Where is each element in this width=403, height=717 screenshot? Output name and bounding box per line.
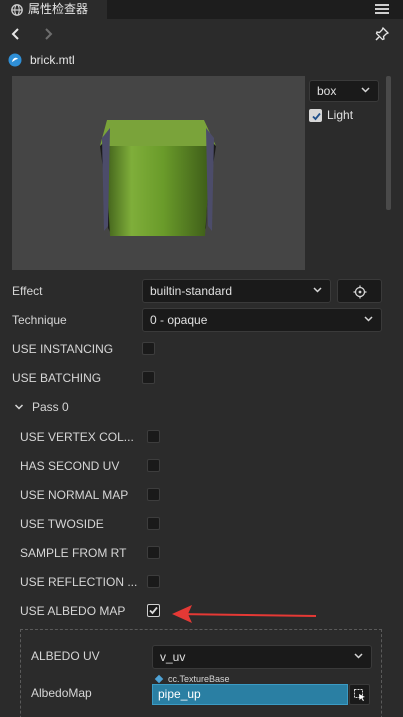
globe-icon — [11, 3, 23, 16]
chevron-down-icon — [354, 653, 363, 659]
preview-controls: box — [305, 76, 383, 270]
pass-section-header[interactable]: Pass 0 — [14, 400, 69, 414]
chevron-down-icon — [364, 316, 373, 322]
pass-option-label: USE NORMAL MAP — [20, 488, 129, 502]
technique-select[interactable]: 0 - opaque — [142, 308, 382, 332]
chevron-down-icon — [14, 404, 24, 410]
effect-label: Effect — [12, 284, 43, 298]
material-preview[interactable] — [12, 76, 305, 270]
use-albedo-map-checkbox[interactable] — [147, 604, 160, 617]
nav-toolbar — [0, 19, 403, 48]
checkmark-icon — [312, 112, 321, 120]
albedo-uv-select[interactable]: v_uv — [152, 645, 372, 669]
pass-option-label: SAMPLE FROM RT — [20, 546, 127, 560]
use-reflection-checkbox[interactable] — [147, 575, 160, 588]
asset-type-icon — [154, 674, 164, 684]
tab-title: 属性检查器 — [28, 2, 89, 16]
pass-option-label: USE REFLECTION ... — [20, 575, 138, 589]
scrollbar[interactable] — [386, 76, 391, 210]
asset-type-label: cc.TextureBase — [168, 674, 230, 684]
pass-option-label: USE TWOSIDE — [20, 517, 104, 531]
albedo-uv-value: v_uv — [160, 650, 186, 664]
technique-label: Technique — [12, 313, 67, 327]
checkmark-icon — [149, 606, 158, 615]
inspector-tab[interactable]: 属性检查器 — [0, 0, 107, 19]
albedo-map-label: AlbedoMap — [31, 686, 92, 700]
hamburger-menu-icon[interactable] — [375, 2, 389, 16]
light-toggle[interactable]: Light — [309, 107, 353, 123]
annotation-arrow — [172, 605, 316, 623]
locate-effect-button[interactable] — [337, 279, 382, 303]
use-instancing-label: USE INSTANCING — [12, 342, 114, 356]
pin-icon[interactable] — [374, 26, 390, 42]
effect-select[interactable]: builtin-standard — [142, 279, 331, 303]
sample-from-rt-checkbox[interactable] — [147, 546, 160, 559]
asset-name: brick.mtl — [30, 53, 75, 67]
chevron-left-icon[interactable] — [8, 26, 24, 42]
light-label: Light — [327, 108, 354, 122]
use-vertex-color-checkbox[interactable] — [147, 430, 160, 443]
chevron-right-icon[interactable] — [40, 26, 56, 42]
use-twoside-checkbox[interactable] — [147, 517, 160, 530]
model-preview-render — [100, 120, 216, 236]
use-normal-map-checkbox[interactable] — [147, 488, 160, 501]
mesh-select-value: box — [317, 84, 337, 98]
use-batching-checkbox[interactable] — [142, 371, 155, 384]
chevron-down-icon — [313, 287, 322, 293]
has-second-uv-checkbox[interactable] — [147, 459, 160, 472]
mesh-select[interactable]: box — [309, 80, 379, 102]
use-instancing-checkbox[interactable] — [142, 342, 155, 355]
pass-option-label: USE VERTEX COL... — [20, 430, 134, 444]
material-file-icon — [8, 53, 22, 67]
technique-select-value: 0 - opaque — [150, 313, 208, 327]
albedo-uv-label: ALBEDO UV — [31, 649, 100, 663]
pass-option-label: USE ALBEDO MAP — [20, 604, 126, 618]
effect-select-value: builtin-standard — [150, 284, 233, 298]
albedo-map-field[interactable]: pipe_up — [152, 684, 348, 705]
asset-header: brick.mtl — [0, 48, 403, 72]
crosshair-icon — [353, 285, 367, 299]
cursor-select-icon — [354, 689, 365, 701]
pass-title: Pass 0 — [32, 400, 69, 414]
pass-option-label: HAS SECOND UV — [20, 459, 120, 473]
chevron-down-icon — [361, 87, 370, 93]
light-checkbox[interactable] — [309, 108, 322, 122]
use-batching-label: USE BATCHING — [12, 371, 102, 385]
asset-picker-button[interactable] — [349, 684, 370, 705]
title-bar: 属性检查器 — [0, 0, 403, 19]
